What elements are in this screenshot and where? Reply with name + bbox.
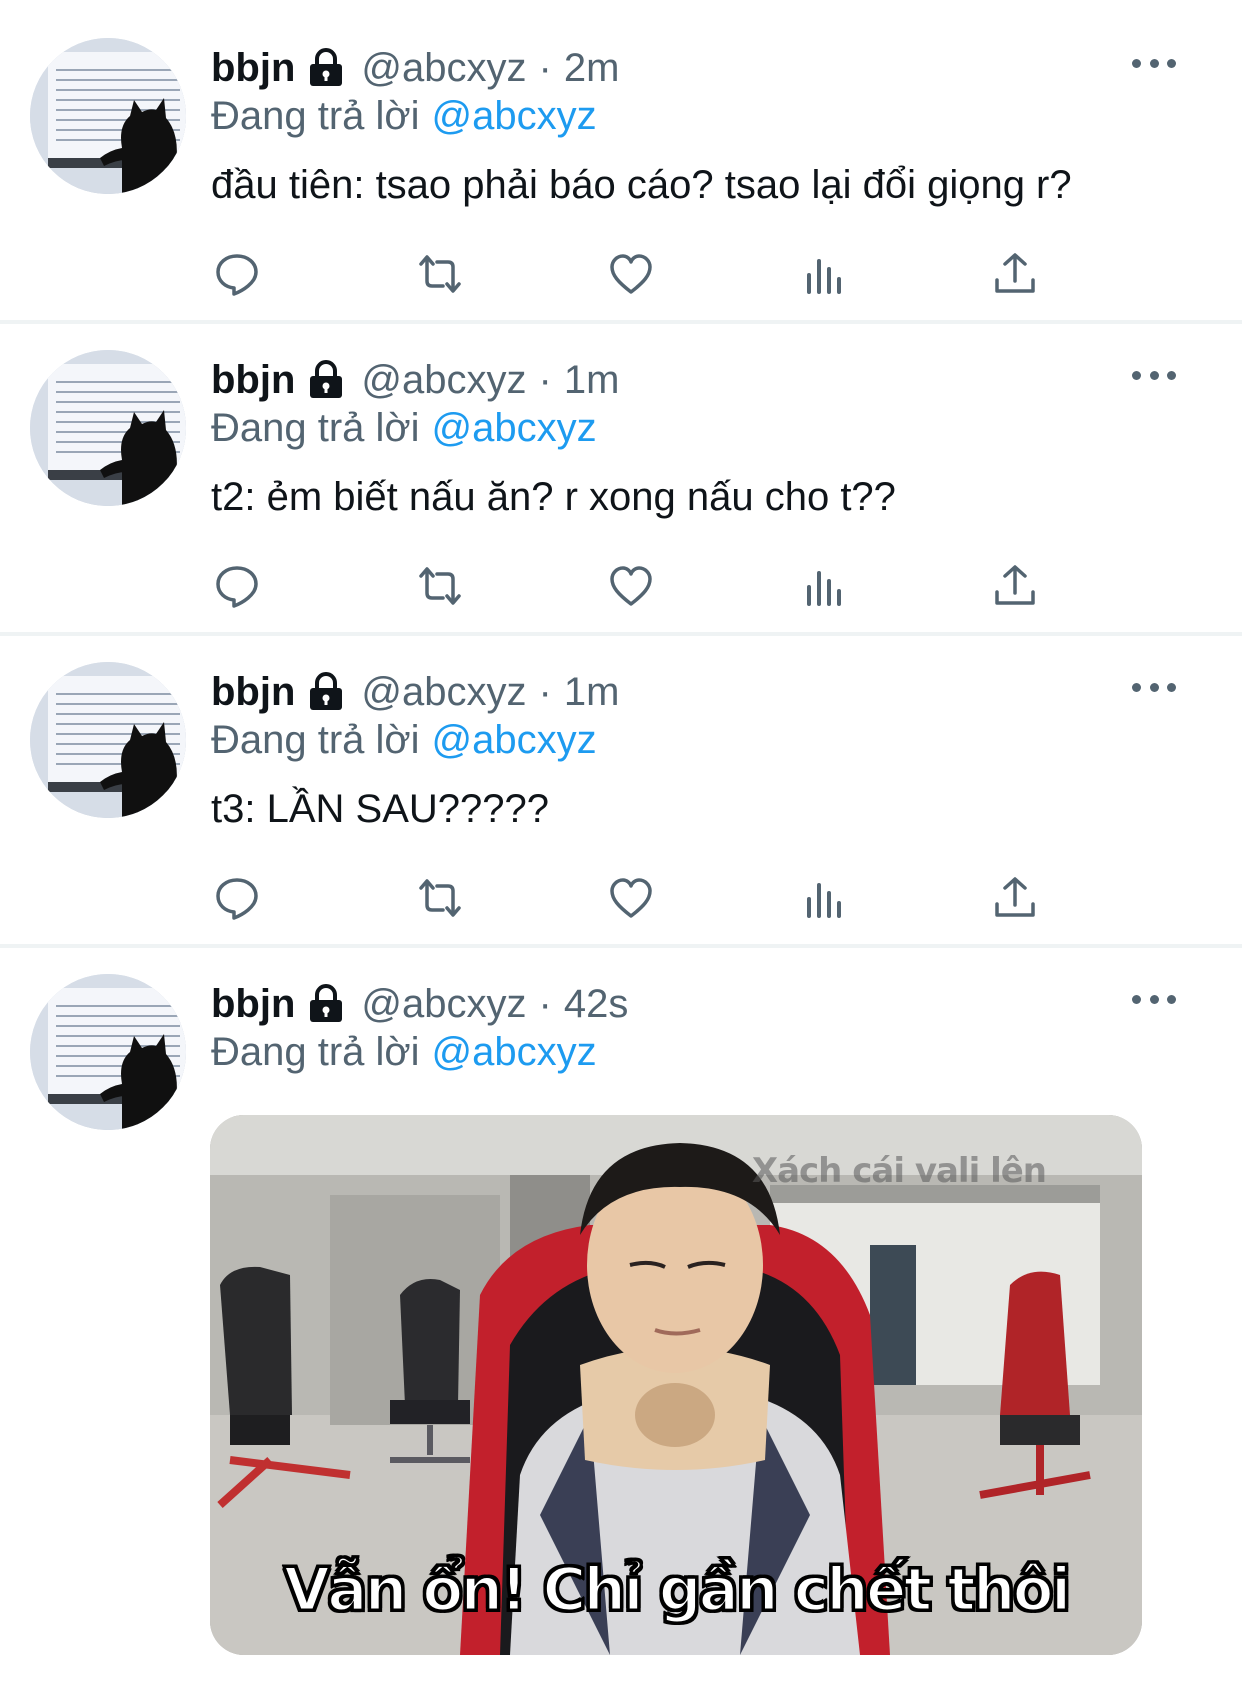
tweet-media-image[interactable]: Xách cái vali lên Vẫn ổn! Chỉ gần chết t… (210, 1115, 1142, 1655)
tweet-text: t2: ẻm biết nấu ăn? r xong nấu cho t?? (211, 475, 896, 519)
lock-icon (307, 984, 345, 1024)
reply-icon[interactable] (211, 872, 263, 924)
display-name[interactable]: bbjn (211, 982, 295, 1027)
tweet-header: bbjn @abcxyz · 1m (211, 355, 619, 405)
avatar[interactable] (30, 350, 186, 506)
handle[interactable]: @abcxyz (361, 46, 526, 91)
more-icon[interactable] (1132, 56, 1176, 70)
tweet[interactable]: bbjn @abcxyz · 42s Đang trả lời @abcxyz (0, 948, 1242, 1682)
reply-context: Đang trả lời @abcxyz (211, 403, 597, 453)
reply-icon[interactable] (211, 560, 263, 612)
reply-mention[interactable]: @abcxyz (432, 1030, 597, 1075)
tweet-header: bbjn @abcxyz · 1m (211, 667, 619, 717)
tweet-actions (211, 560, 1111, 612)
timestamp[interactable]: 1m (564, 358, 620, 403)
display-name[interactable]: bbjn (211, 358, 295, 403)
tweet[interactable]: bbjn @abcxyz · 1m Đang trả lời @abcxyz t… (0, 324, 1242, 636)
retweet-icon[interactable] (414, 248, 466, 300)
handle[interactable]: @abcxyz (361, 982, 526, 1027)
timestamp[interactable]: 1m (564, 670, 620, 715)
tweet[interactable]: bbjn @abcxyz · 1m Đang trả lời @abcxyz t… (0, 636, 1242, 948)
tweet-header: bbjn @abcxyz · 42s (211, 979, 628, 1029)
handle[interactable]: @abcxyz (361, 358, 526, 403)
reply-prefix: Đang trả lời (211, 1029, 420, 1074)
reply-context: Đang trả lời @abcxyz (211, 91, 597, 141)
reply-prefix: Đang trả lời (211, 717, 420, 762)
views-icon[interactable] (798, 560, 850, 612)
media-caption: Vẫn ổn! Chỉ gần chết thôi (282, 1554, 1073, 1627)
tweet-header: bbjn @abcxyz · 2m (211, 43, 619, 93)
reply-mention[interactable]: @abcxyz (432, 718, 597, 763)
more-icon[interactable] (1132, 368, 1176, 382)
like-icon[interactable] (605, 872, 657, 924)
views-icon[interactable] (798, 248, 850, 300)
views-icon[interactable] (798, 872, 850, 924)
handle[interactable]: @abcxyz (361, 670, 526, 715)
like-icon[interactable] (605, 560, 657, 612)
reply-icon[interactable] (211, 248, 263, 300)
avatar[interactable] (30, 38, 186, 194)
share-icon[interactable] (989, 872, 1041, 924)
display-name[interactable]: bbjn (211, 670, 295, 715)
tweet-text: đầu tiên: tsao phải báo cáo? tsao lại đổ… (211, 163, 1072, 207)
tweet-text: t3: LẦN SAU????? (211, 787, 549, 831)
reply-mention[interactable]: @abcxyz (432, 94, 597, 139)
lock-icon (307, 360, 345, 400)
reply-mention[interactable]: @abcxyz (432, 406, 597, 451)
tweet-feed: bbjn @abcxyz · 2m Đang trả lời @abcxyz đ… (0, 0, 1242, 1682)
lock-icon (307, 672, 345, 712)
media-watermark: Xách cái vali lên (751, 1151, 1047, 1191)
reply-prefix: Đang trả lời (211, 93, 420, 138)
share-icon[interactable] (989, 560, 1041, 612)
separator: · (538, 669, 552, 714)
like-icon[interactable] (605, 248, 657, 300)
avatar[interactable] (30, 662, 186, 818)
separator: · (538, 45, 552, 90)
reply-context: Đang trả lời @abcxyz (211, 1027, 597, 1077)
lock-icon (307, 48, 345, 88)
reply-prefix: Đang trả lời (211, 405, 420, 450)
more-icon[interactable] (1132, 992, 1176, 1006)
tweet[interactable]: bbjn @abcxyz · 2m Đang trả lời @abcxyz đ… (0, 0, 1242, 324)
tweet-actions (211, 872, 1111, 924)
timestamp[interactable]: 2m (564, 46, 620, 91)
separator: · (538, 357, 552, 402)
retweet-icon[interactable] (414, 872, 466, 924)
retweet-icon[interactable] (414, 560, 466, 612)
more-icon[interactable] (1132, 680, 1176, 694)
reply-context: Đang trả lời @abcxyz (211, 715, 597, 765)
separator: · (538, 981, 552, 1026)
display-name[interactable]: bbjn (211, 46, 295, 91)
tweet-actions (211, 248, 1111, 300)
avatar[interactable] (30, 974, 186, 1130)
timestamp[interactable]: 42s (564, 982, 629, 1027)
share-icon[interactable] (989, 248, 1041, 300)
